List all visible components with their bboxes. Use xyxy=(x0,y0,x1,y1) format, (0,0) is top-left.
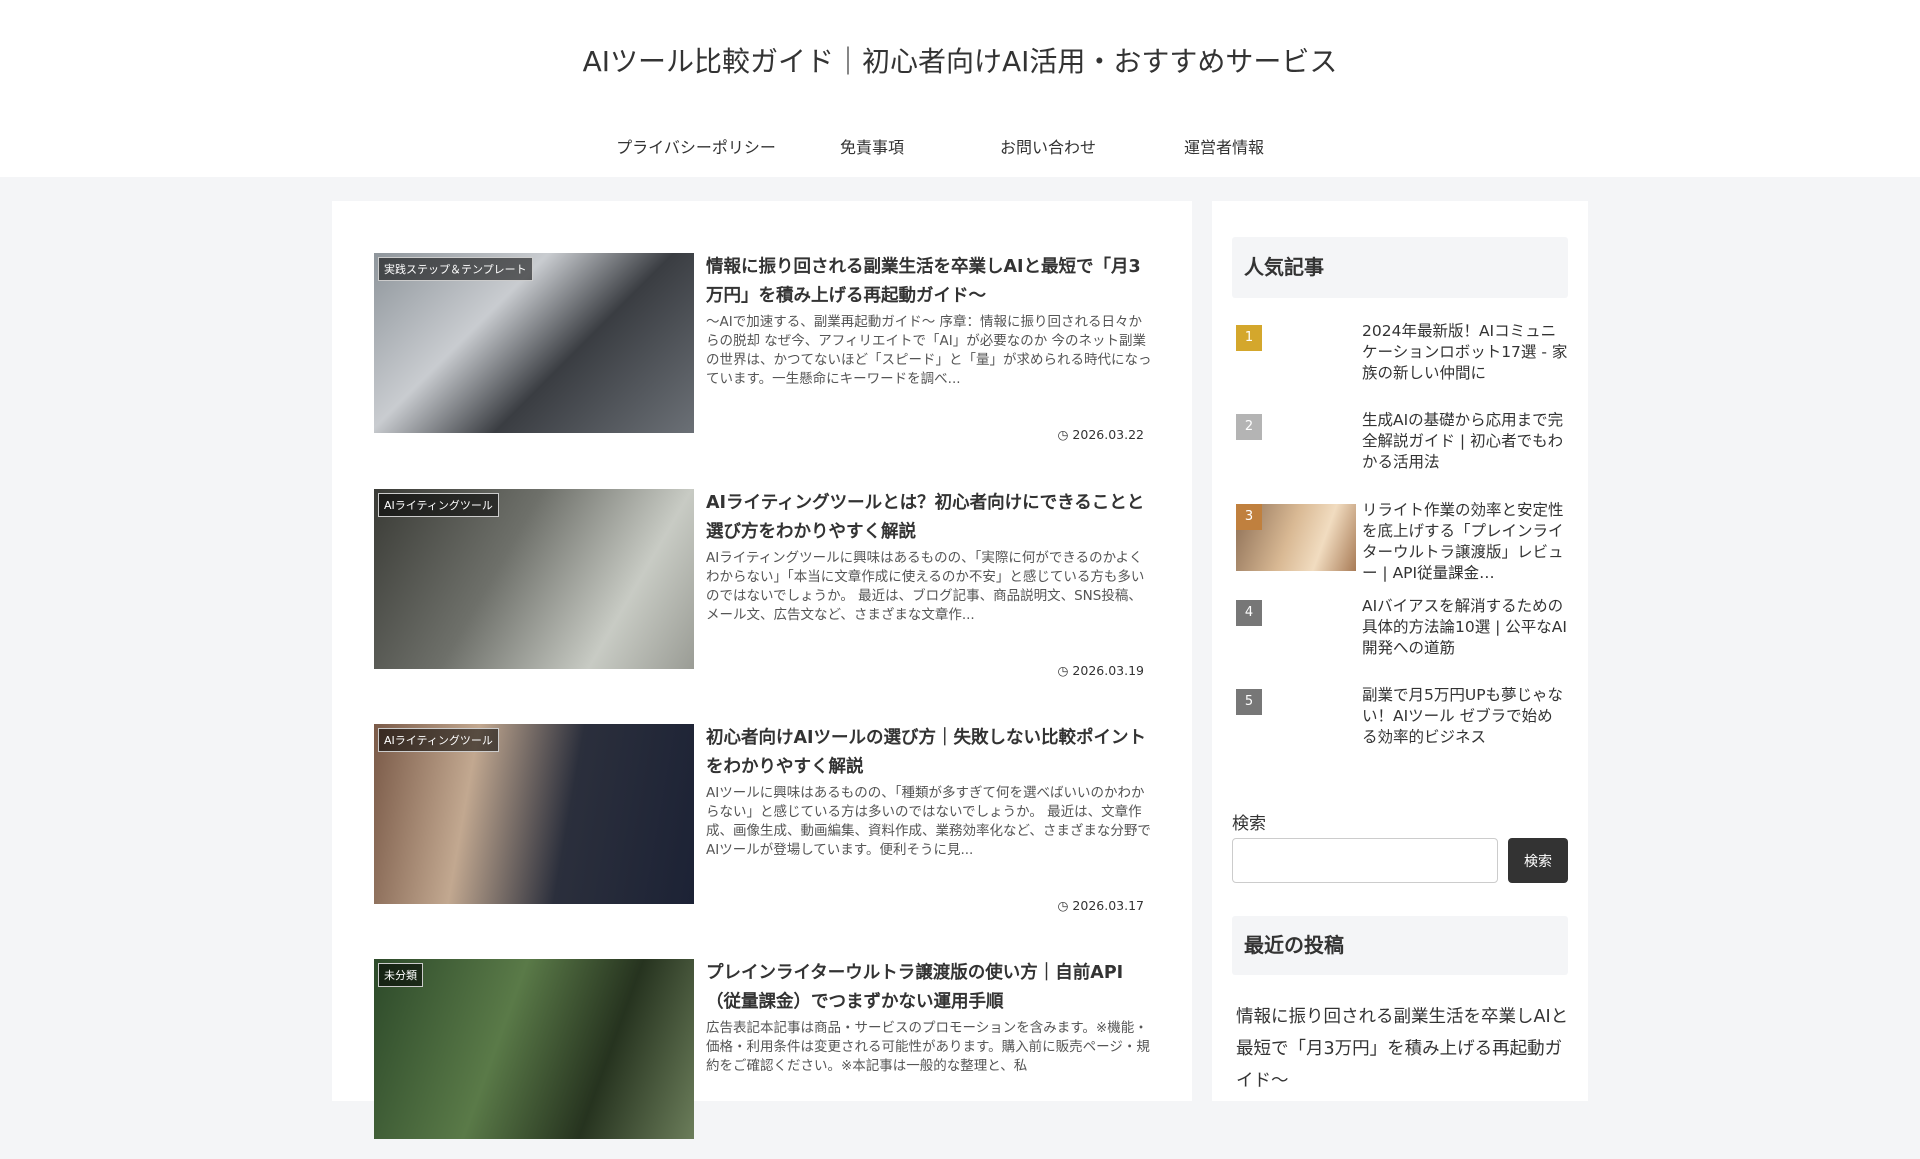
nav-disclaimer[interactable]: 免責事項 xyxy=(784,134,960,158)
search-label: 検索 xyxy=(1232,814,1266,834)
date-text: 2026.03.22 xyxy=(1072,427,1144,442)
rank-badge: 5 xyxy=(1236,689,1262,715)
article-list: 実践ステップ＆テンプレート 情報に振り回される副業生活を卒業しAIと最短で「月3… xyxy=(332,201,1192,1139)
search-button[interactable]: 検索 xyxy=(1508,838,1568,883)
article-snippet: AIライティングツールに興味はあるものの、「実際に何ができるのかよくわからない」… xyxy=(706,550,1145,623)
popular-item[interactable]: 3 リライト作業の効率と安定性を底上げする「プレインライターウルトラ譲渡版」レビュ… xyxy=(1236,501,1566,584)
article-thumbnail[interactable]: AIライティングツール xyxy=(374,489,694,669)
clock-icon: ◷ xyxy=(1057,427,1069,442)
article-thumbnail[interactable]: 実践ステップ＆テンプレート xyxy=(374,253,694,433)
search-input[interactable] xyxy=(1232,838,1498,883)
article-snippet: AIツールに興味はあるものの、「種類が多すぎて何を選べばいいのかわからない」と感… xyxy=(706,785,1151,858)
popular-title[interactable]: AIバイアスを解消するための具体的方法論10選 | 公平なAI開発への道筋 xyxy=(1362,596,1568,659)
popular-title[interactable]: リライト作業の効率と安定性を底上げする「プレインライターウルトラ譲渡版」レビュー… xyxy=(1362,500,1568,584)
popular-item[interactable]: 4 AIバイアスを解消するための具体的方法論10選 | 公平なAI開発への道筋 xyxy=(1236,597,1567,680)
rank-badge: 2 xyxy=(1236,414,1262,440)
popular-heading: 人気記事 xyxy=(1232,237,1568,298)
article-title[interactable]: 情報に振り回される副業生活を卒業しAIと最短で「月3万円」を積み上げる再起動ガイ… xyxy=(706,253,1154,311)
global-nav: プライバシーポリシー 免責事項 お問い合わせ 運営者情報 xyxy=(0,134,1920,164)
nav-contact[interactable]: お問い合わせ xyxy=(960,134,1136,158)
date-text: 2026.03.19 xyxy=(1072,663,1144,678)
article-card[interactable]: 実践ステップ＆テンプレート 情報に振り回される副業生活を卒業しAIと最短で「月3… xyxy=(374,253,1154,453)
article-card[interactable]: 未分類 プレインライターウルトラ譲渡版の使い方｜自前API（従量課金）でつまずか… xyxy=(374,959,1154,1159)
article-title[interactable]: 初心者向けAIツールの選び方｜失敗しない比較ポイントをわかりやすく解説 xyxy=(706,724,1154,782)
nav-privacy-policy[interactable]: プライバシーポリシー xyxy=(608,134,784,158)
recent-post-link[interactable]: 情報に振り回される副業生活を卒業しAIと最短で「月3万円」を積み上げる再起動ガイ… xyxy=(1236,1001,1572,1097)
article-snippet: 広告表記本記事は商品・サービスのプロモーションを含みます。※機能・価格・利用条件… xyxy=(706,1020,1150,1074)
popular-item[interactable]: 1 2024年最新版！AIコミュニケーションロボット17選 - 家族の新しい仲間に xyxy=(1236,322,1567,405)
date-text: 2026.03.17 xyxy=(1072,898,1144,913)
article-thumbnail[interactable]: 未分類 xyxy=(374,959,694,1139)
article-snippet: 〜AIで加速する、副業再起動ガイド〜 序章：情報に振り回される日々からの脱却 な… xyxy=(706,314,1152,387)
category-label: 実践ステップ＆テンプレート xyxy=(378,257,533,281)
article-card[interactable]: AIライティングツール AIライティングツールとは？初心者向けにできることと選び… xyxy=(374,489,1154,689)
popular-title[interactable]: 生成AIの基礎から応用まで完全解説ガイド | 初心者でもわかる活用法 xyxy=(1362,410,1568,473)
nav-operator-info[interactable]: 運営者情報 xyxy=(1136,134,1312,158)
article-thumbnail[interactable]: AIライティングツール xyxy=(374,724,694,904)
popular-title[interactable]: 副業で月5万円UPも夢じゃない！AIツール ゼブラで始める効率的ビジネス xyxy=(1362,685,1568,748)
article-date: ◷ 2026.03.17 xyxy=(1058,898,1144,913)
category-label: 未分類 xyxy=(378,963,423,987)
article-card[interactable]: AIライティングツール 初心者向けAIツールの選び方｜失敗しない比較ポイントをわ… xyxy=(374,724,1154,924)
clock-icon: ◷ xyxy=(1057,663,1069,678)
article-date: ◷ 2026.03.19 xyxy=(1058,663,1144,678)
popular-title[interactable]: 2024年最新版！AIコミュニケーションロボット17選 - 家族の新しい仲間に xyxy=(1362,321,1568,384)
popular-item[interactable]: 5 副業で月5万円UPも夢じゃない！AIツール ゼブラで始める効率的ビジネス xyxy=(1236,686,1566,769)
site-title[interactable]: AIツール比較ガイド｜初心者向けAI活用・おすすめサービス xyxy=(0,40,1920,80)
sidebar: 人気記事 1 2024年最新版！AIコミュニケーションロボット17選 - 家族の新… xyxy=(1212,201,1588,1101)
article-date: ◷ 2026.03.22 xyxy=(1058,427,1144,442)
popular-item[interactable]: 2 生成AIの基礎から応用まで完全解説ガイド | 初心者でもわかる活用法 xyxy=(1236,411,1566,494)
article-title[interactable]: プレインライターウルトラ譲渡版の使い方｜自前API（従量課金）でつまずかない運用… xyxy=(706,959,1154,1017)
recent-heading: 最近の投稿 xyxy=(1232,916,1568,975)
site-header: AIツール比較ガイド｜初心者向けAI活用・おすすめサービス プライバシーポリシー… xyxy=(0,0,1920,177)
category-label: AIライティングツール xyxy=(378,728,499,752)
rank-badge: 4 xyxy=(1236,600,1262,626)
rank-badge: 1 xyxy=(1236,325,1262,351)
rank-badge: 3 xyxy=(1236,504,1262,530)
clock-icon: ◷ xyxy=(1057,898,1069,913)
category-label: AIライティングツール xyxy=(378,493,499,517)
article-title[interactable]: AIライティングツールとは？初心者向けにできることと選び方をわかりやすく解説 xyxy=(706,489,1154,547)
